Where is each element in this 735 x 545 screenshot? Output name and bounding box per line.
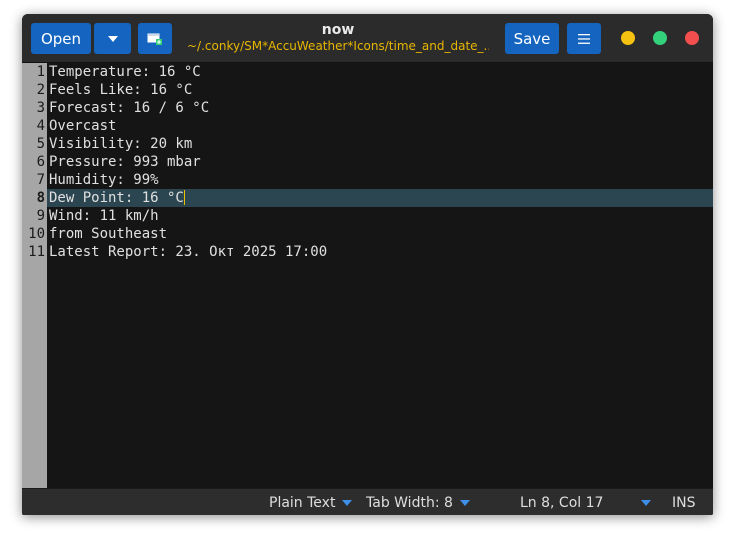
line-number: 4 [36,118,45,134]
text-line[interactable]: Pressure: 993 mbar [49,153,201,171]
file-path: ~/.conky/SM*AccuWeather*Icons/time_and_d… [187,39,489,53]
close-button[interactable] [685,31,699,45]
line-number: 6 [36,154,45,170]
insert-mode-indicator[interactable]: INS [672,495,696,511]
tab-width-label: Tab Width: 8 [366,495,453,511]
line-number: 1 [36,64,45,80]
line-number: 11 [28,244,45,260]
window-title: now [321,22,355,38]
editor-window: Open now ~/.conky/SM*AccuWeather*Icons/t… [22,14,713,515]
line-number: 2 [36,82,45,98]
line-number: 9 [36,208,45,224]
text-cursor [183,190,185,205]
line-number: 5 [36,136,45,152]
chevron-down-icon [641,500,652,506]
main-menu-button[interactable] [567,23,601,54]
line-number-current: 8 [36,190,45,206]
language-selector[interactable]: Plain Text [269,495,353,511]
minimize-button[interactable] [621,31,635,45]
hamburger-menu-icon [578,33,590,44]
line-number: 3 [36,100,45,116]
text-line[interactable]: from Southeast [49,225,167,243]
recent-files-dropdown-button[interactable] [94,23,131,54]
text-line[interactable]: Wind: 11 km/h [49,207,159,225]
chevron-down-icon [107,35,118,42]
header-bar: Open now ~/.conky/SM*AccuWeather*Icons/t… [22,14,713,63]
text-line[interactable]: Overcast [49,117,116,135]
line-number: 10 [28,226,45,242]
cursor-position-label: Ln 8, Col 17 [520,495,604,511]
current-line-text: Dew Point: 16 °C [49,190,184,206]
text-line[interactable]: Latest Report: 23. Окт 2025 17:00 [49,243,327,261]
language-label: Plain Text [269,495,336,511]
text-line[interactable]: Feels Like: 16 °C [49,81,192,99]
save-button[interactable]: Save [505,23,559,54]
text-editor-area[interactable]: 1 2 3 4 5 6 7 8 9 10 11 Temperature: 16 … [22,63,713,488]
text-line-current[interactable]: Dew Point: 16 °C [49,189,185,207]
status-bar: Plain Text Tab Width: 8 Ln 8, Col 17 INS [22,488,713,515]
maximize-button[interactable] [653,31,667,45]
cursor-position-selector[interactable]: Ln 8, Col 17 [520,495,652,511]
chevron-down-icon [459,500,470,506]
new-document-icon [147,33,162,45]
insert-mode-label: INS [672,495,696,511]
text-line[interactable]: Temperature: 16 °C [49,63,201,81]
new-tab-button[interactable] [138,23,172,54]
text-line[interactable]: Humidity: 99% [49,171,159,189]
line-number: 7 [36,172,45,188]
tab-width-selector[interactable]: Tab Width: 8 [366,495,470,511]
open-button[interactable]: Open [31,23,91,54]
text-line[interactable]: Forecast: 16 / 6 °C [49,99,209,117]
chevron-down-icon [342,500,353,506]
text-line[interactable]: Visibility: 20 km [49,135,192,153]
